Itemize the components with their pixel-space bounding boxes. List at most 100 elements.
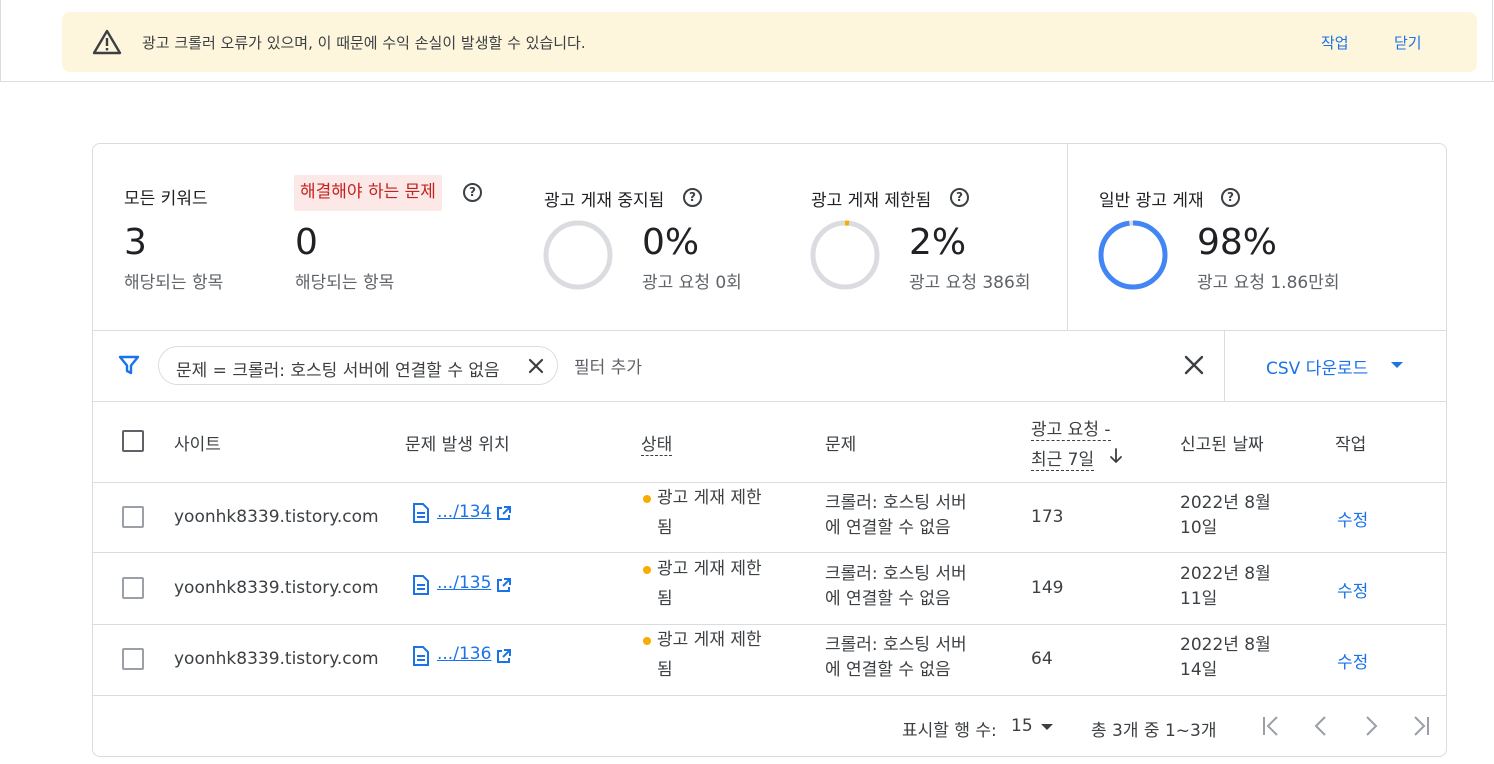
first-page-icon[interactable]	[1259, 714, 1283, 738]
row-status-line1: 광고 게재 제한	[657, 488, 762, 508]
rows-per-page-label: 표시할 행 수:	[902, 721, 997, 741]
row-checkbox[interactable]	[122, 648, 144, 670]
header-location[interactable]: 문제 발생 위치	[405, 430, 510, 455]
row-checkbox[interactable]	[122, 506, 144, 528]
header-status[interactable]: 상태	[641, 430, 673, 456]
all-keywords-sub: 해당되는 항목	[124, 273, 224, 293]
filter-icon[interactable]	[117, 353, 141, 377]
external-link-icon[interactable]	[496, 649, 511, 664]
row-location-link[interactable]: .../134	[437, 502, 491, 522]
filter-chip-text: 문제 = 크롤러: 호스팅 서버에 연결할 수 없음	[176, 361, 500, 381]
row-status-line2: 됨	[657, 660, 673, 680]
row-checkbox[interactable]	[122, 577, 144, 599]
header-issue[interactable]: 문제	[825, 430, 856, 455]
row-location-link[interactable]: .../136	[437, 644, 491, 664]
warning-banner: 광고 크롤러 오류가 있으며, 이 때문에 수익 손실이 발생할 수 있습니다.…	[62, 12, 1477, 72]
warning-icon	[92, 29, 122, 55]
next-page-icon[interactable]	[1359, 714, 1383, 738]
stopped-value: 0%	[642, 222, 700, 263]
header-reported[interactable]: 신고된 날짜	[1180, 430, 1264, 455]
limited-help-icon[interactable]: ?	[950, 188, 969, 207]
all-keywords-value: 3	[124, 222, 147, 263]
keyword-issues-card: 모든 키워드 3 해당되는 항목 해결해야 하는 문제 ? 0 해당되는 항목 …	[92, 143, 1447, 757]
normal-donut	[1098, 220, 1168, 290]
clear-filters-icon[interactable]	[1183, 354, 1205, 376]
row-issue-line2: 에 연결할 수 없음	[825, 518, 951, 538]
banner-action-button[interactable]: 작업	[1321, 32, 1349, 53]
external-link-icon[interactable]	[496, 506, 511, 521]
issues-help-icon[interactable]: ?	[463, 183, 482, 202]
banner-message: 광고 크롤러 오류가 있으며, 이 때문에 수익 손실이 발생할 수 있습니다.	[142, 34, 586, 52]
normal-help-icon[interactable]: ?	[1221, 188, 1240, 207]
row-date-line2: 14일	[1180, 660, 1218, 680]
select-all-checkbox[interactable]	[122, 430, 144, 452]
row-requests: 149	[1031, 578, 1064, 598]
banner-close-button[interactable]: 닫기	[1394, 32, 1422, 53]
filter-chip[interactable]: 문제 = 크롤러: 호스팅 서버에 연결할 수 없음	[158, 346, 558, 385]
limited-title: 광고 게재 제한됨	[811, 191, 932, 211]
previous-page-icon[interactable]	[1309, 714, 1333, 738]
edit-button[interactable]: 수정	[1337, 648, 1368, 673]
edit-button[interactable]: 수정	[1337, 506, 1368, 531]
header-action: 작업	[1335, 435, 1367, 455]
row-status-line1: 광고 게재 제한	[657, 559, 762, 579]
status-dot	[643, 637, 651, 645]
header-requests-line2[interactable]: 최근 7일	[1031, 445, 1095, 471]
filter-bottom-border	[93, 401, 1446, 402]
add-filter-input[interactable]: 필터 추가	[574, 353, 642, 378]
table-bottom-border	[93, 695, 1446, 696]
remove-filter-icon[interactable]	[527, 357, 545, 375]
stopped-title: 광고 게재 중지됨	[544, 191, 665, 211]
row-issue-line2: 에 연결할 수 없음	[825, 589, 951, 609]
stopped-donut	[543, 220, 613, 290]
csv-divider	[1224, 330, 1225, 401]
row-status-line2: 됨	[657, 589, 673, 609]
external-link-icon[interactable]	[496, 578, 511, 593]
status-dot	[643, 566, 651, 574]
last-page-icon[interactable]	[1409, 714, 1433, 738]
summary-bottom-border	[93, 330, 1446, 331]
right-divider	[1492, 0, 1493, 82]
stopped-help-icon[interactable]: ?	[683, 188, 702, 207]
normal-sub: 광고 요청 1.86만회	[1197, 273, 1340, 293]
csv-caret-icon[interactable]	[1391, 362, 1403, 368]
normal-title: 일반 광고 게재	[1099, 191, 1204, 211]
rows-per-page-caret-icon[interactable]	[1041, 724, 1053, 730]
rows-per-page-select[interactable]: 15	[1011, 716, 1033, 736]
header-requests-line1[interactable]: 광고 요청 -	[1031, 415, 1111, 441]
limited-sub: 광고 요청 386회	[909, 273, 1031, 293]
row-date-line1: 2022년 8월	[1180, 635, 1271, 655]
pagination-range: 총 3개 중 1~3개	[1091, 721, 1217, 741]
row-issue-line1: 크롤러: 호스팅 서버	[825, 635, 967, 655]
limited-value: 2%	[909, 222, 967, 263]
normal-value: 98%	[1197, 222, 1278, 263]
sort-down-icon[interactable]	[1108, 447, 1124, 465]
row-status-line2: 됨	[657, 518, 673, 538]
stopped-sub: 광고 요청 0회	[642, 273, 742, 293]
row-divider	[93, 552, 1446, 553]
status-dot	[643, 495, 651, 503]
left-divider	[0, 0, 1, 82]
row-site: yoonhk8339.tistory.com	[174, 649, 379, 669]
row-requests: 173	[1031, 507, 1064, 527]
document-icon	[413, 503, 429, 523]
csv-download-button[interactable]: CSV 다운로드	[1266, 354, 1368, 379]
issues-title-chip: 해결해야 하는 문제	[294, 175, 442, 211]
row-location-link[interactable]: .../135	[437, 573, 491, 593]
edit-button[interactable]: 수정	[1337, 577, 1368, 602]
row-issue-line2: 에 연결할 수 없음	[825, 660, 951, 680]
row-site: yoonhk8339.tistory.com	[174, 578, 379, 598]
header-site[interactable]: 사이트	[174, 430, 221, 455]
row-status-line1: 광고 게재 제한	[657, 630, 762, 650]
issues-value: 0	[295, 222, 318, 263]
row-issue-line1: 크롤러: 호스팅 서버	[825, 564, 967, 584]
row-date-line1: 2022년 8월	[1180, 564, 1271, 584]
row-date-line2: 10일	[1180, 518, 1218, 538]
row-divider	[93, 624, 1446, 625]
document-icon	[413, 646, 429, 666]
row-date-line1: 2022년 8월	[1180, 493, 1271, 513]
row-requests: 64	[1031, 649, 1053, 669]
all-keywords-title: 모든 키워드	[124, 189, 208, 209]
row-site: yoonhk8339.tistory.com	[174, 507, 379, 527]
issues-sub: 해당되는 항목	[295, 273, 395, 293]
